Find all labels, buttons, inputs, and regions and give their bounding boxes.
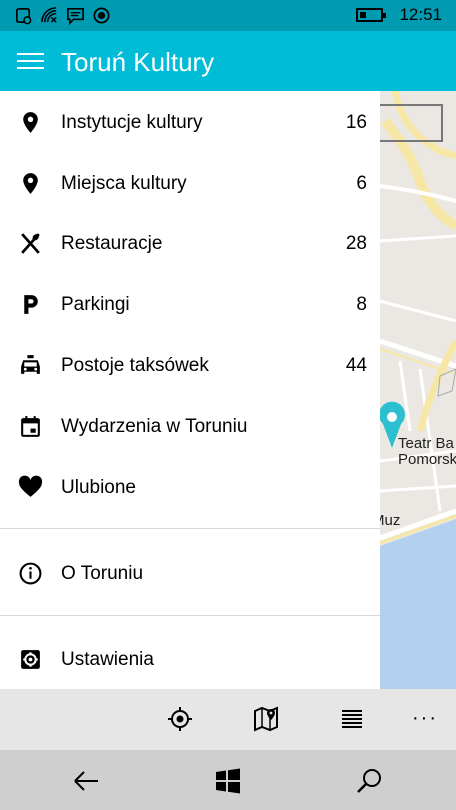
battery-icon [356,8,387,22]
taxi-icon [21,355,40,374]
heart-icon [18,475,43,497]
menu-item-restauracje[interactable]: Restauracje 28 [0,213,380,273]
menu-item-parkingi[interactable]: Parkingi 8 [0,274,380,334]
search-icon[interactable] [355,766,385,796]
menu-divider [0,615,380,616]
list-icon[interactable] [338,705,366,733]
menu-item-count: 16 [345,112,367,133]
menu-item-label: Postoje taksówek [61,355,209,376]
status-icons [14,6,111,25]
menu-item-label: Wydarzenia w Toruniu [61,416,248,437]
menu-item-label: Ulubione [61,477,136,498]
map-poi-label[interactable]: Teatr Ba Pomorsk [398,436,456,468]
menu-item-label: Ustawienia [61,649,154,670]
location-on-icon [93,7,110,24]
menu-item-label: Miejsca kultury [61,173,187,194]
hamburger-menu-icon[interactable] [17,51,44,71]
menu-item-instytucje-kultury[interactable]: Instytucje kultury 16 [0,92,380,152]
menu-item-wydarzenia[interactable]: Wydarzenia w Toruniu [0,396,380,456]
windows-icon[interactable] [213,766,243,796]
fork-spoon-icon [21,233,40,254]
menu-item-label: Instytucje kultury [61,112,203,133]
menu-item-count: 6 [356,173,367,194]
menu-item-count: 28 [345,233,367,254]
app-header: Toruń Kultury [0,31,456,91]
menu-item-count: 8 [356,294,367,315]
menu-item-ustawienia[interactable]: Ustawienia [0,629,380,689]
menu-item-ulubione[interactable]: Ulubione [0,457,380,517]
app-title: Toruń Kultury [61,47,215,77]
message-icon [67,8,84,25]
wifi-calling-icon [41,7,57,23]
calendar-icon [21,416,40,437]
info-icon [19,562,42,585]
more-options-button[interactable]: ··· [412,707,438,730]
status-bar: 12:51 [0,0,456,31]
back-arrow-icon[interactable] [71,766,101,796]
menu-item-label: O Toruniu [61,563,144,584]
clock: 12:51 [399,5,442,24]
menu-item-label: Restauracje [61,233,163,254]
map-pin-icon [23,173,38,194]
app-bar: ··· [0,689,456,750]
system-nav-bar [0,750,456,810]
settings-icon [21,650,40,669]
menu-item-count: 44 [345,355,367,376]
navigation-drawer: Instytucje kultury 16 Miejsca kultury 6 … [0,91,380,689]
locate-icon[interactable] [166,705,194,733]
menu-item-miejsca-kultury[interactable]: Miejsca kultury 6 [0,153,380,213]
menu-item-label: Parkingi [61,294,130,315]
notification-icon [15,7,32,25]
map-icon[interactable] [252,705,280,733]
menu-item-o-toruniu[interactable]: O Toruniu [0,543,380,603]
menu-divider [0,528,380,529]
menu-item-postoje-taksowek[interactable]: Postoje taksówek 44 [0,335,380,395]
parking-icon [24,295,38,314]
map-pin-icon [23,112,38,133]
